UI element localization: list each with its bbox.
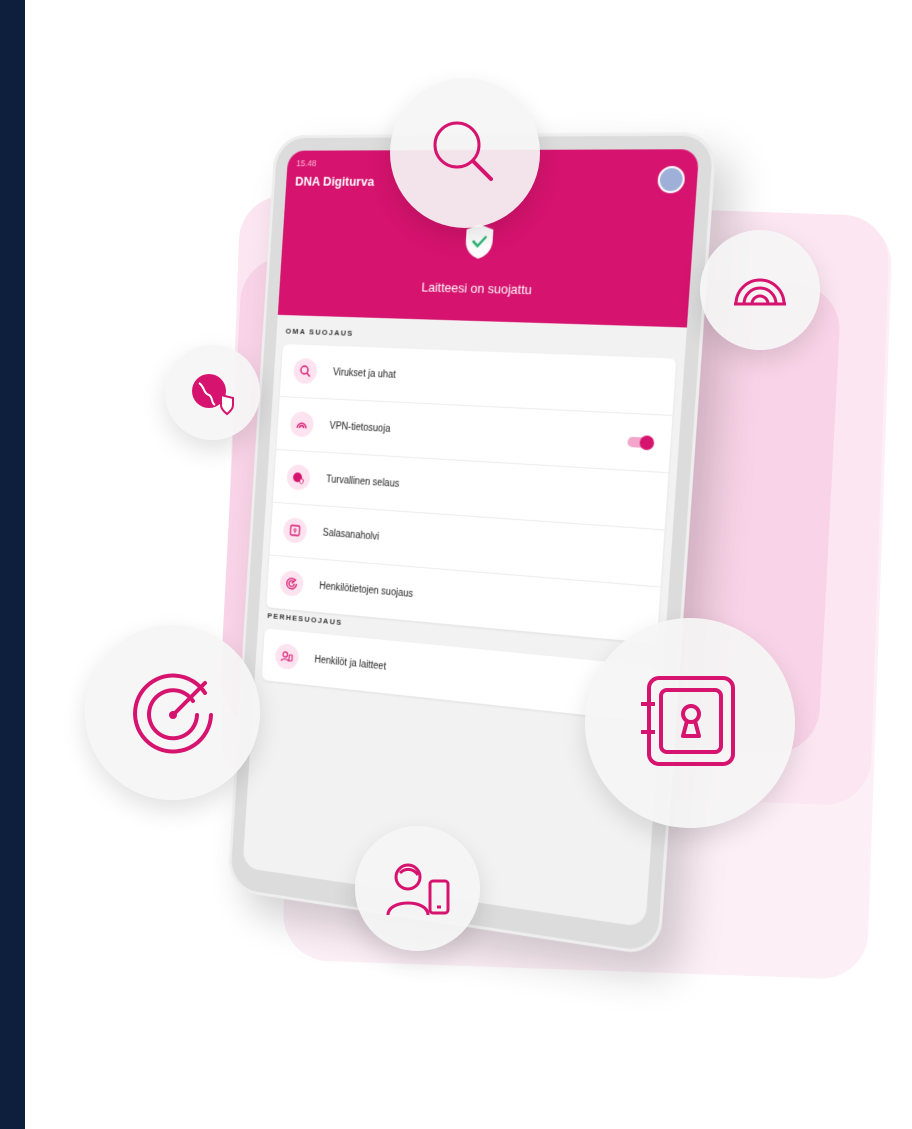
own-protection-card: Virukset ja uhat VPN-tietosuoja Turvalli… (266, 343, 677, 644)
app-title: DNA Digiturva (294, 173, 375, 189)
avatar[interactable] (656, 166, 686, 194)
globe-shield-icon (191, 373, 234, 415)
section-label-own: OMA SUOJAUS (285, 326, 354, 338)
protection-status-text: Laitteesi on suojattu (420, 279, 533, 298)
target-icon (132, 673, 213, 753)
list-item-label: VPN-tietosuoja (329, 420, 391, 435)
wifi-signal-icon (734, 278, 786, 306)
floating-vault-icon (585, 618, 795, 828)
list-item-label: Salasanaholvi (322, 527, 380, 543)
globe-shield-icon (286, 464, 311, 491)
tablet-device: 15.48 DNA Digiturva Laitteesi on suojatt… (227, 132, 718, 957)
floating-person-device-icon (355, 826, 480, 951)
wifi-signal-icon (289, 411, 315, 438)
person-device-icon (386, 863, 449, 915)
target-icon (279, 569, 304, 598)
vault-icon (641, 676, 735, 766)
list-item-label: Henkilötietojen suojaus (318, 580, 414, 600)
vpn-toggle[interactable] (627, 436, 653, 449)
section-label-family: PERHESUOJAUS (267, 611, 343, 628)
floating-wifi-icon (700, 230, 820, 350)
search-icon (433, 121, 493, 181)
list-item-label: Virukset ja uhat (332, 366, 397, 381)
list-item-label: Henkilöt ja laitteet (314, 654, 387, 673)
marketing-canvas: 15.48 DNA Digiturva Laitteesi on suojatt… (25, 0, 912, 1129)
status-time: 15.48 (296, 158, 317, 169)
tablet-frame: 15.48 DNA Digiturva Laitteesi on suojatt… (227, 132, 718, 957)
list-item-label: Turvallinen selaus (325, 473, 400, 490)
floating-target-icon (85, 625, 260, 800)
search-icon (292, 357, 318, 385)
tablet-screen: 15.48 DNA Digiturva Laitteesi on suojatt… (242, 149, 700, 928)
person-device-icon (274, 642, 300, 671)
shield-check-icon (464, 224, 494, 259)
vault-icon (282, 517, 308, 544)
floating-globe-shield-icon (165, 345, 260, 440)
floating-search-icon (390, 78, 540, 228)
